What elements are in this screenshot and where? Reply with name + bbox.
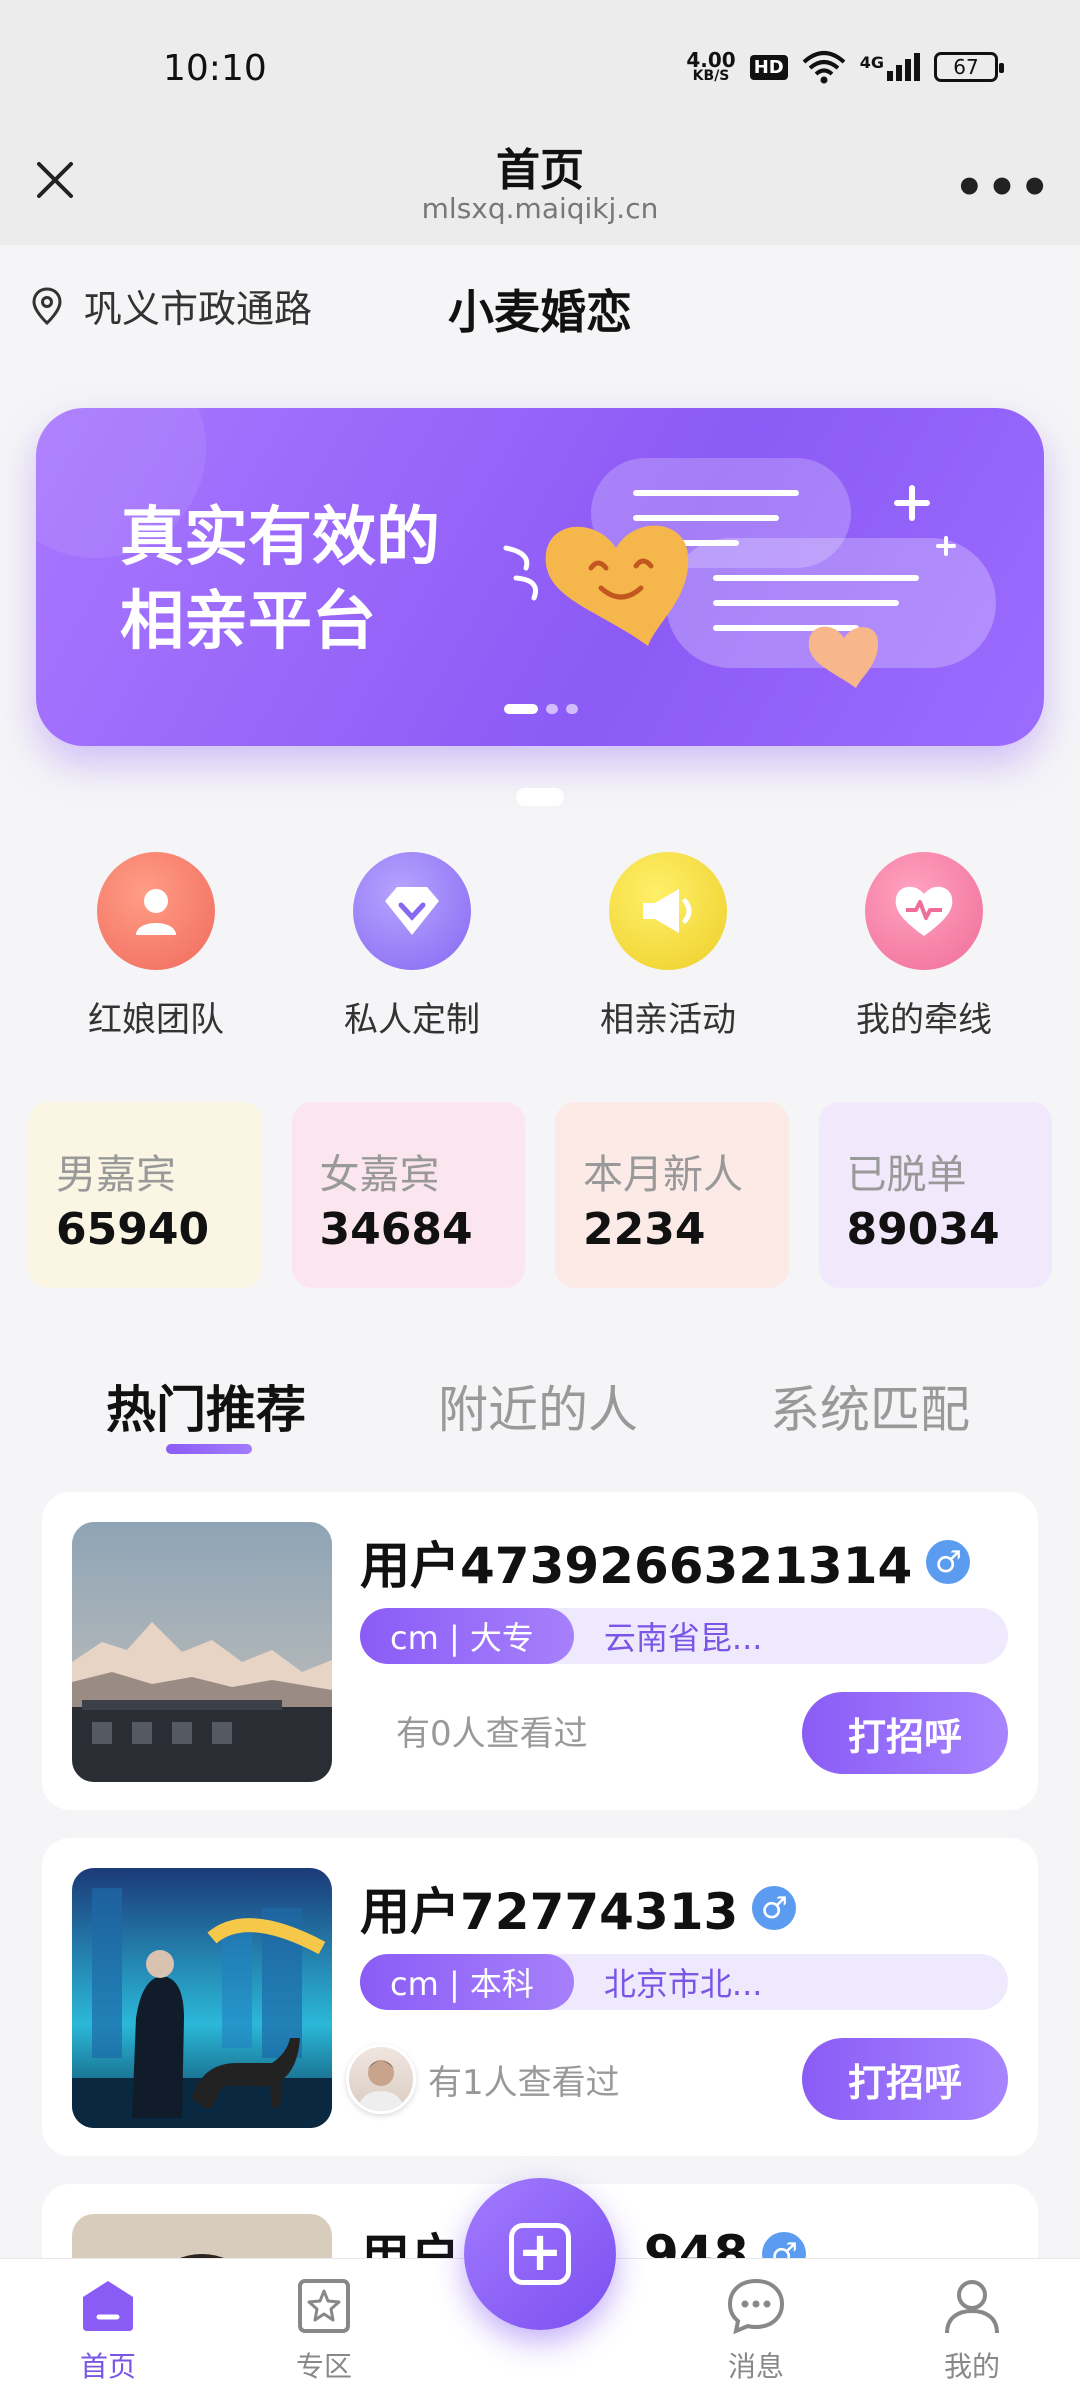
user-name-text: 用户4739266321314 <box>360 1537 913 1595</box>
tab-nearby[interactable]: 附近的人 <box>438 1370 638 1442</box>
tab-system-match[interactable]: 系统匹配 <box>770 1370 970 1442</box>
more-options-button[interactable]: ••• <box>954 160 1052 216</box>
nav-mine[interactable]: 我的 <box>912 2275 1032 2385</box>
battery-level: 67 <box>953 55 979 79</box>
quick-item-label: 红娘团队 <box>88 1000 224 1040</box>
network-speed: 4.00 KB/S <box>686 48 736 84</box>
banner-line-1: 真实有效的 <box>120 501 440 575</box>
stat-value: 89034 <box>846 1204 1000 1255</box>
quick-item-my-matches[interactable]: 我的牵线 <box>809 852 1039 1042</box>
user-name-text: 用户72774313 <box>360 1883 739 1941</box>
nav-home[interactable]: 首页 <box>48 2275 168 2385</box>
wifi-icon <box>802 51 846 84</box>
stat-label: 本月新人 <box>583 1152 743 1198</box>
promo-banner[interactable]: 真实有效的 相亲平台 <box>36 408 1044 746</box>
battery-icon: 67 <box>934 52 1004 82</box>
quick-item-private-custom[interactable]: 私人定制 <box>297 852 527 1042</box>
stats-row: 男嘉宾 65940 女嘉宾 34684 本月新人 2234 已脱单 89034 <box>28 1102 1052 1288</box>
banner-dot <box>566 704 578 714</box>
greet-button[interactable]: 打招呼 <box>802 2038 1008 2120</box>
male-icon: ♂ <box>926 1540 971 1584</box>
quick-item-label: 私人定制 <box>344 1000 480 1040</box>
chat-icon <box>725 2275 787 2337</box>
header-row: 巩义市政通路 小麦婚恋 <box>0 260 1080 350</box>
user-photo[interactable] <box>72 1868 332 2128</box>
greet-button[interactable]: 打招呼 <box>802 1692 1008 1774</box>
user-location: 北京市北... <box>603 1965 763 2003</box>
user-tags: cm | 本科 北京市北... <box>360 1954 1008 2010</box>
banner-dot <box>546 704 558 714</box>
home-icon <box>77 2275 139 2337</box>
stat-label: 男嘉宾 <box>56 1152 176 1198</box>
nav-label: 专区 <box>295 2350 352 2383</box>
user-card[interactable]: 用户4739266321314 ♂ cm | 大专 云南省昆... 有0人查看过… <box>42 1492 1038 1810</box>
user-card[interactable]: 用户72774313 ♂ cm | 本科 北京市北... 有1人查看过 打招呼 <box>42 1838 1038 2156</box>
person-icon <box>97 852 215 970</box>
location-text: 巩义市政通路 <box>84 287 313 331</box>
nav-messages[interactable]: 消息 <box>696 2275 816 2385</box>
location-pin-icon <box>32 286 62 325</box>
quick-item-dating-events[interactable]: 相亲活动 <box>553 852 783 1042</box>
brand-name: 小麦婚恋 <box>448 285 632 339</box>
user-name: 用户72774313 ♂ <box>360 1872 797 1944</box>
viewers-info: 有0人查看过 <box>396 1706 588 1755</box>
user-name: 用户4739266321314 ♂ <box>360 1526 971 1598</box>
cellular-icon: 4G <box>860 53 920 81</box>
viewers-info: 有1人查看过 <box>346 2044 620 2114</box>
status-icons: 4.00 KB/S HD 4G 67 <box>686 48 1004 84</box>
megaphone-icon <box>609 852 727 970</box>
user-icon <box>941 2275 1003 2337</box>
stat-label: 女嘉宾 <box>319 1152 440 1198</box>
network-type: 4G <box>859 53 884 72</box>
user-height-education: cm | 大专 <box>360 1608 574 1664</box>
plus-icon: + <box>509 2223 571 2285</box>
publish-button[interactable]: + <box>464 2178 616 2330</box>
stat-card-matched[interactable]: 已脱单 89034 <box>818 1102 1052 1288</box>
banner-headline: 真实有效的 相亲平台 <box>120 496 440 664</box>
quick-item-matchmaker-team[interactable]: 红娘团队 <box>41 852 271 1042</box>
stat-card-new-this-month[interactable]: 本月新人 2234 <box>555 1102 789 1288</box>
location-selector[interactable]: 巩义市政通路 <box>32 278 312 333</box>
network-speed-unit: KB/S <box>692 68 730 84</box>
viewers-count: 有1人查看过 <box>428 2062 620 2103</box>
recommend-tabs: 热门推荐 附近的人 系统匹配 <box>0 1360 1080 1470</box>
quick-menu: 红娘团队 私人定制 相亲活动 我的牵线 <box>0 852 1080 1042</box>
title-bar: 首页 mlsxq.maiqikj.cn ••• <box>0 120 1080 245</box>
stat-value: 2234 <box>583 1204 706 1255</box>
viewers-count: 有0人查看过 <box>396 1714 588 1754</box>
user-photo[interactable] <box>72 1522 332 1782</box>
nav-label: 首页 <box>79 2350 136 2383</box>
status-bar: 10:10 4.00 KB/S HD 4G 67 <box>0 0 1080 140</box>
male-icon: ♂ <box>752 1886 797 1930</box>
hd-badge: HD <box>749 54 788 80</box>
star-card-icon <box>293 2275 355 2337</box>
tab-active-indicator <box>166 1444 252 1454</box>
page-url: mlsxq.maiqikj.cn <box>421 192 659 225</box>
stat-card-male[interactable]: 男嘉宾 65940 <box>28 1102 262 1288</box>
stat-value: 34684 <box>319 1204 473 1255</box>
quick-item-label: 相亲活动 <box>600 1000 736 1040</box>
page-indicator <box>516 788 564 806</box>
tab-hot-recommend[interactable]: 热门推荐 <box>106 1370 306 1442</box>
nav-zone[interactable]: 专区 <box>264 2275 384 2385</box>
banner-dot-active <box>504 704 538 714</box>
heart-pulse-icon <box>865 852 983 970</box>
stat-card-female[interactable]: 女嘉宾 34684 <box>291 1102 525 1288</box>
user-location: 云南省昆... <box>603 1619 763 1657</box>
page-title: 首页 <box>496 145 584 196</box>
banner-pagination <box>504 704 578 714</box>
nav-label: 我的 <box>943 2350 1000 2383</box>
user-tags: cm | 大专 云南省昆... <box>360 1608 1008 1664</box>
viewer-avatar[interactable] <box>346 2044 416 2114</box>
status-time: 10:10 <box>163 48 267 89</box>
stat-value: 65940 <box>56 1204 210 1255</box>
diamond-icon <box>353 852 471 970</box>
user-height-education: cm | 本科 <box>360 1954 574 2010</box>
nav-label: 消息 <box>727 2350 784 2383</box>
network-speed-value: 4.00 <box>686 48 736 72</box>
quick-item-label: 我的牵线 <box>856 1000 992 1040</box>
banner-line-2: 相亲平台 <box>120 585 376 659</box>
stat-label: 已脱单 <box>846 1152 967 1198</box>
